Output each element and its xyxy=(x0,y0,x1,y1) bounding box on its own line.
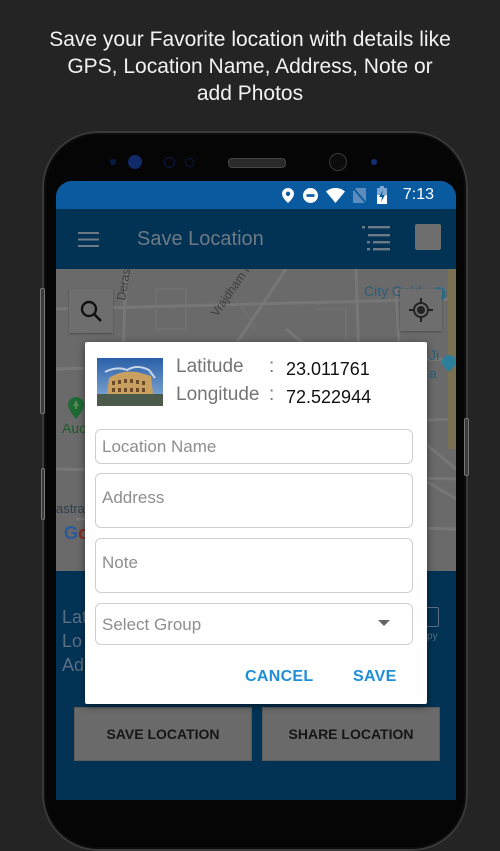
earpiece-speaker xyxy=(228,158,286,168)
search-button[interactable] xyxy=(69,289,113,333)
app-title: Save Location xyxy=(137,228,264,250)
light-sensor-icon xyxy=(185,158,194,167)
latitude-separator: : xyxy=(269,356,275,377)
hamburger-menu-icon[interactable] xyxy=(78,232,99,247)
status-time: 7:13 xyxy=(402,186,434,203)
list-view-icon[interactable] xyxy=(362,226,390,252)
group-select[interactable]: Select Group xyxy=(95,603,413,645)
status-bar: 7:13 xyxy=(56,181,456,209)
wifi-icon xyxy=(326,188,345,203)
map-type-icon[interactable] xyxy=(415,224,441,250)
note-placeholder: Note xyxy=(102,553,138,572)
group-select-value: Select Group xyxy=(102,615,202,634)
promo-headline: Save your Favorite location with details… xyxy=(0,26,500,107)
app-bar: Save Location xyxy=(56,209,456,269)
map-label-astra: astra xyxy=(56,501,85,516)
park-marker-icon xyxy=(68,397,84,419)
front-camera-icon xyxy=(329,153,347,171)
location-photo[interactable] xyxy=(97,358,163,406)
save-location-label: SAVE LOCATION xyxy=(106,726,220,742)
share-location-label: SHARE LOCATION xyxy=(288,726,414,742)
do-not-disturb-icon xyxy=(303,188,318,203)
longitude-label: Longitude xyxy=(176,384,260,405)
map-label-auc: Auc xyxy=(62,420,87,436)
sensor-icon xyxy=(110,159,116,165)
latitude-value: 23.011761 xyxy=(286,359,370,379)
colosseum-photo-icon xyxy=(97,358,163,406)
no-sim-icon xyxy=(353,188,366,203)
front-sensor-icon xyxy=(371,159,377,165)
longitude-label-behind: Lo xyxy=(62,631,83,651)
headline-line-1: Save your Favorite location with details… xyxy=(49,28,451,51)
location-name-placeholder: Location Name xyxy=(102,437,217,456)
copy-label: py xyxy=(427,631,438,642)
note-input[interactable]: Note xyxy=(95,538,413,593)
battery-charging-icon xyxy=(377,186,387,204)
headline-line-2: GPS, Location Name, Address, Note or xyxy=(67,55,433,78)
save-location-dialog: Latitude : 23.011761 Longitude : 72.5229… xyxy=(85,342,427,704)
address-placeholder: Address xyxy=(102,488,165,507)
latitude-label: Latitude xyxy=(176,356,244,377)
my-location-button[interactable] xyxy=(400,289,442,331)
cancel-button[interactable]: CANCEL xyxy=(245,668,313,686)
dropdown-arrow-icon xyxy=(378,620,390,626)
search-icon xyxy=(80,300,102,322)
headline-line-3: add Photos xyxy=(196,82,304,105)
save-location-button[interactable]: SAVE LOCATION xyxy=(74,707,252,761)
location-pin-icon xyxy=(282,188,294,203)
map-label-a: a xyxy=(429,365,437,381)
volume-button xyxy=(40,288,45,414)
longitude-separator: : xyxy=(269,384,275,405)
proximity-sensor-icon xyxy=(164,157,175,168)
address-input[interactable]: Address xyxy=(95,473,413,528)
save-button[interactable]: SAVE xyxy=(353,668,397,686)
longitude-value: 72.522944 xyxy=(286,387,372,407)
bixby-button xyxy=(41,468,45,520)
iris-scanner-icon xyxy=(128,155,142,169)
latitude-label-behind: Lat xyxy=(62,607,88,627)
power-button xyxy=(464,418,469,476)
map-label-ji: Ji xyxy=(429,347,440,363)
share-location-button[interactable]: SHARE LOCATION xyxy=(262,707,440,761)
my-location-icon xyxy=(409,298,433,322)
location-name-input[interactable]: Location Name xyxy=(95,429,413,464)
address-label-behind: Ad xyxy=(62,655,85,675)
